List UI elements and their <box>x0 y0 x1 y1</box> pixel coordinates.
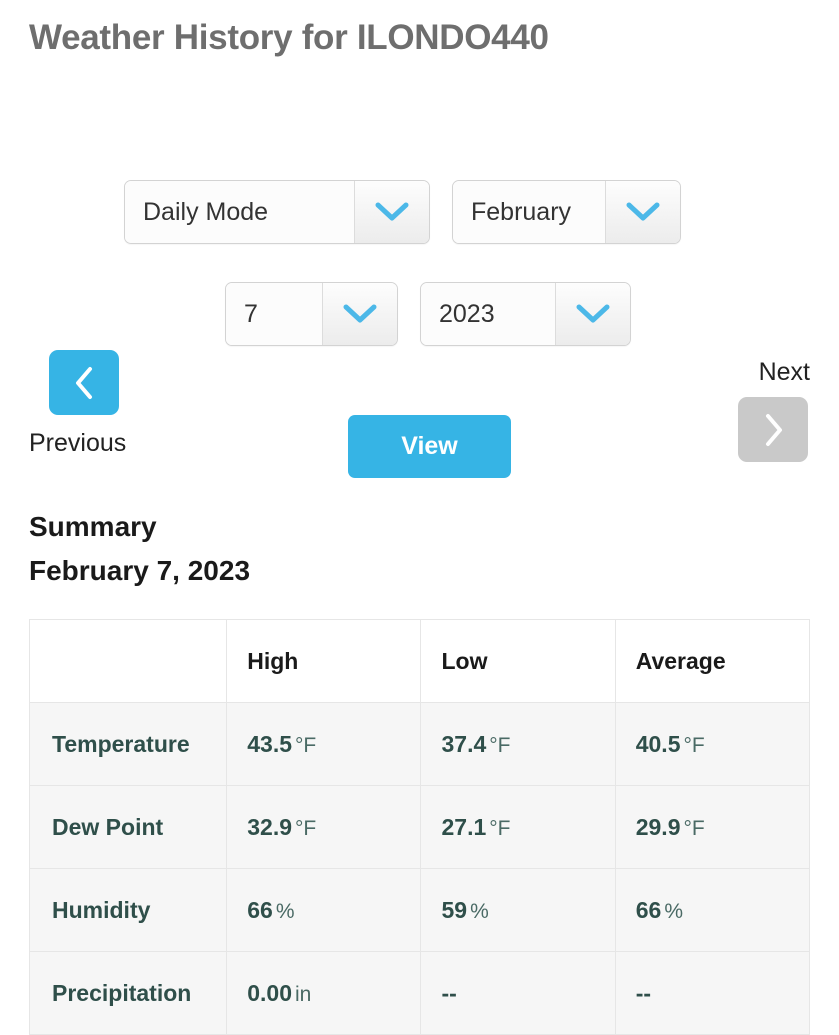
cell-unit: % <box>664 899 683 923</box>
cell-average: 40.5 °F <box>614 702 811 786</box>
page-title: Weather History for ILONDO440 <box>29 18 549 57</box>
cell-value: -- <box>635 979 652 1006</box>
mode-dropdown-value: Daily Mode <box>125 181 354 243</box>
month-dropdown[interactable]: February <box>452 180 681 244</box>
cell-value: 0.00 <box>247 979 293 1006</box>
chevron-down-icon[interactable] <box>354 181 429 243</box>
chevron-down-icon[interactable] <box>322 283 397 345</box>
cell-average: -- <box>614 951 811 1035</box>
cell-unit: °F <box>683 733 705 757</box>
cell-unit: °F <box>683 816 705 840</box>
column-header-blank <box>28 619 228 703</box>
previous-navigation: Previous <box>29 350 169 456</box>
year-dropdown[interactable]: 2023 <box>420 282 631 346</box>
cell-value: 66 <box>635 896 662 923</box>
cell-low: 27.1 °F <box>420 785 616 869</box>
cell-value: 43.5 <box>247 730 293 757</box>
day-dropdown[interactable]: 7 <box>225 282 398 346</box>
view-button[interactable]: View <box>348 415 511 478</box>
cell-low: 37.4 °F <box>420 702 616 786</box>
year-dropdown-value: 2023 <box>421 283 555 345</box>
cell-unit: °F <box>295 733 317 757</box>
month-dropdown-value: February <box>453 181 605 243</box>
cell-high: 43.5 °F <box>226 702 422 786</box>
cell-average: 66% <box>614 868 811 952</box>
summary-table: High Low Average Temperature 43.5 °F 37.4… <box>28 619 811 1035</box>
row-label: Humidity <box>28 868 228 952</box>
column-header-average: Average <box>614 619 811 703</box>
cell-high: 66% <box>226 868 422 952</box>
row-label: Precipitation <box>28 951 228 1035</box>
chevron-down-icon[interactable] <box>555 283 630 345</box>
cell-value: 29.9 <box>635 813 681 840</box>
chevron-left-icon <box>72 365 96 401</box>
cell-high: 0.00 in <box>226 951 422 1035</box>
next-button[interactable] <box>738 397 808 462</box>
mode-dropdown[interactable]: Daily Mode <box>124 180 430 244</box>
table-row: Humidity 66% 59% 66% <box>28 868 811 952</box>
table-row: Temperature 43.5 °F 37.4 °F 40.5 °F <box>28 702 811 786</box>
next-navigation: Next <box>670 360 810 462</box>
next-label: Next <box>758 358 810 386</box>
column-header-high: High <box>226 619 422 703</box>
cell-low: -- <box>420 951 616 1035</box>
cell-value: 59 <box>441 896 468 923</box>
table-row: Precipitation 0.00 in -- -- <box>28 951 811 1035</box>
cell-value: 40.5 <box>635 730 681 757</box>
column-header-low: Low <box>420 619 616 703</box>
cell-unit: °F <box>489 733 511 757</box>
cell-unit: °F <box>489 816 511 840</box>
summary-date: February 7, 2023 <box>29 555 251 586</box>
previous-button[interactable] <box>49 350 119 415</box>
cell-unit: in <box>295 982 312 1006</box>
cell-low: 59% <box>420 868 616 952</box>
chevron-right-icon <box>761 412 785 448</box>
cell-value: -- <box>441 979 457 1006</box>
table-header-row: High Low Average <box>28 619 811 703</box>
cell-high: 32.9 °F <box>226 785 422 869</box>
selector-row-primary: Daily Mode February <box>124 180 681 244</box>
cell-average: 29.9 °F <box>614 785 811 869</box>
table-row: Dew Point 32.9 °F 27.1 °F 29.9 °F <box>28 785 811 869</box>
row-label: Temperature <box>28 702 228 786</box>
row-label: Dew Point <box>28 785 228 869</box>
chevron-down-icon[interactable] <box>605 181 680 243</box>
cell-unit: % <box>470 899 489 923</box>
cell-unit: °F <box>295 816 317 840</box>
cell-value: 32.9 <box>247 813 293 840</box>
previous-label: Previous <box>29 429 127 457</box>
cell-unit: % <box>275 899 295 923</box>
cell-value: 37.4 <box>441 730 487 757</box>
day-dropdown-value: 7 <box>226 283 322 345</box>
summary-heading: Summary <box>29 511 157 542</box>
selector-row-secondary: 7 2023 <box>225 282 631 346</box>
cell-value: 66 <box>247 896 273 923</box>
cell-value: 27.1 <box>441 813 487 840</box>
